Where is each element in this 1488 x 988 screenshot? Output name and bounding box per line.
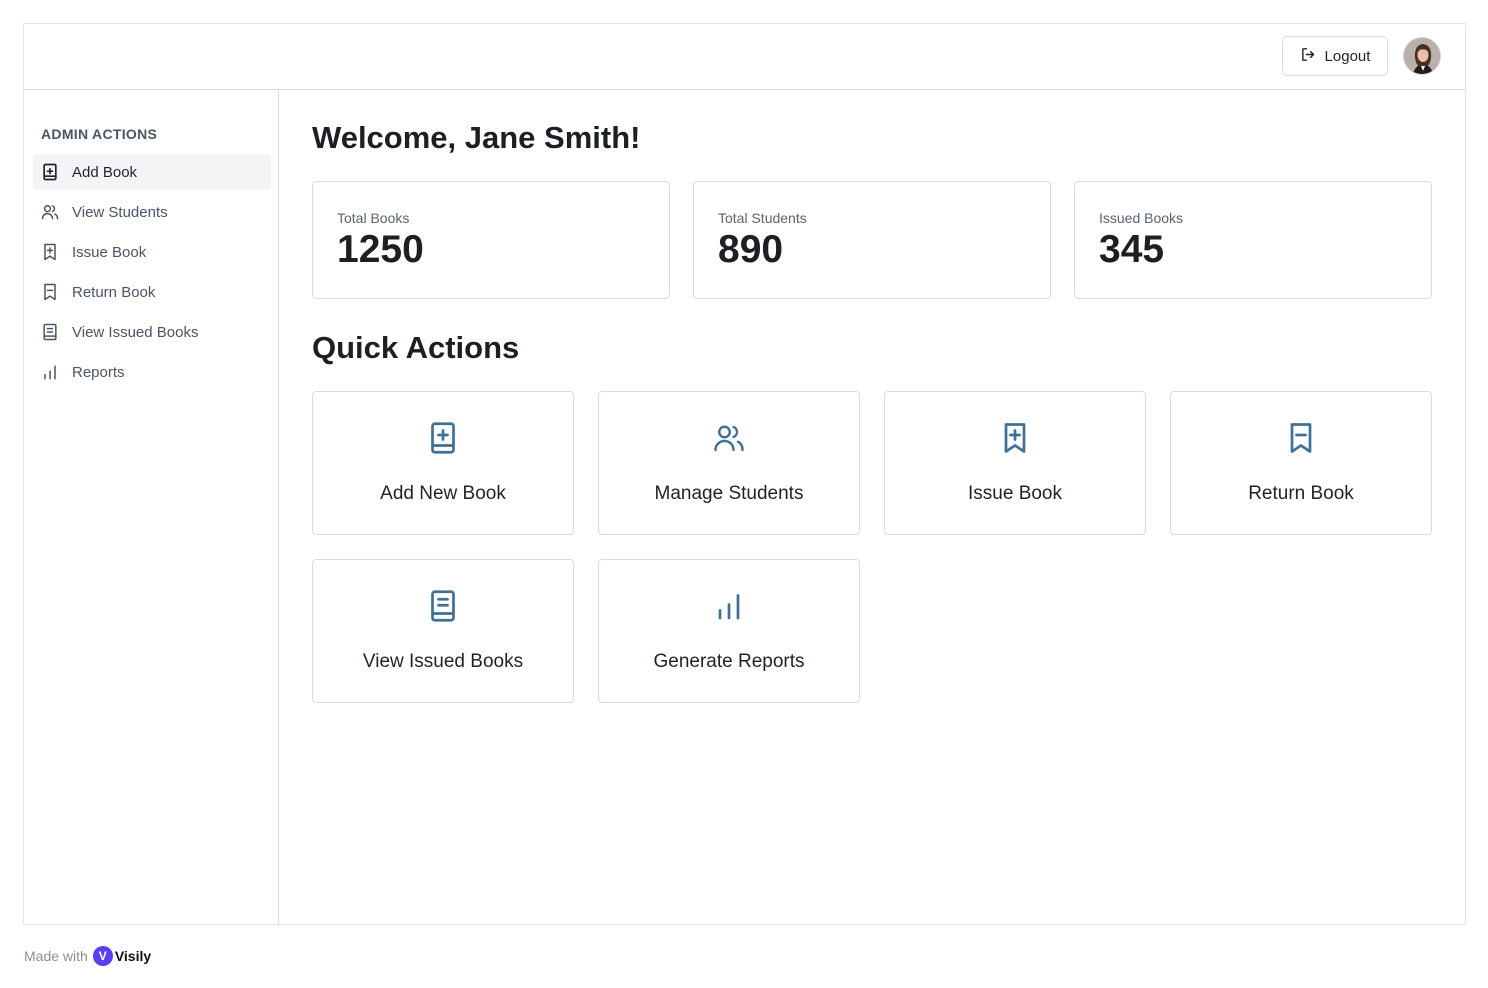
bar-chart-icon <box>40 362 60 382</box>
visily-logo[interactable]: V Visily <box>92 946 152 966</box>
book-list-icon <box>425 588 461 624</box>
quick-action-label: Manage Students <box>654 483 804 504</box>
top-bar: Logout <box>24 24 1465 90</box>
sidebar-item-label: Reports <box>72 363 125 381</box>
quick-action-label: Issue Book <box>968 483 1062 504</box>
sidebar-item-view-students[interactable]: View Students <box>33 194 271 230</box>
book-plus-icon <box>40 162 60 182</box>
book-list-icon <box>40 322 60 342</box>
bookmark-plus-icon <box>997 420 1033 456</box>
stat-label: Issued Books <box>1099 210 1184 226</box>
bookmark-plus-icon <box>40 242 60 262</box>
stat-label: Total Students <box>718 210 807 226</box>
quick-action-label: Return Book <box>1248 483 1354 504</box>
stat-card-total-students: Total Students 890 <box>693 181 1051 299</box>
quick-action-issue-book[interactable]: Issue Book <box>884 391 1146 535</box>
logout-label: Logout <box>1324 47 1371 65</box>
stat-value: 890 <box>718 228 784 271</box>
stat-label: Total Books <box>337 210 410 226</box>
quick-action-generate-reports[interactable]: Generate Reports <box>598 559 860 703</box>
quick-action-label: Generate Reports <box>653 651 805 672</box>
app-frame: Logout ADMIN ACTIONS Add Book View Stude… <box>24 24 1465 924</box>
sidebar-item-label: View Students <box>72 203 168 221</box>
stat-card-total-books: Total Books 1250 <box>312 181 670 299</box>
bookmark-minus-icon <box>40 282 60 302</box>
visily-brand-text: Visily <box>114 948 152 964</box>
logout-icon <box>1300 46 1317 67</box>
users-icon <box>40 202 60 222</box>
quick-actions-title: Quick Actions <box>312 330 520 365</box>
stat-card-issued-books: Issued Books 345 <box>1074 181 1432 299</box>
footer: Made with V Visily <box>24 946 151 966</box>
sidebar-item-issue-book[interactable]: Issue Book <box>33 234 271 270</box>
sidebar: ADMIN ACTIONS Add Book View Students Iss… <box>24 90 279 924</box>
sidebar-item-reports[interactable]: Reports <box>33 354 271 390</box>
bar-chart-icon <box>711 588 747 624</box>
quick-action-manage-students[interactable]: Manage Students <box>598 391 860 535</box>
quick-action-label: View Issued Books <box>362 651 524 672</box>
stat-value: 345 <box>1099 228 1165 271</box>
logout-button[interactable]: Logout <box>1282 36 1388 76</box>
stat-value: 1250 <box>337 228 424 271</box>
quick-action-view-issued-books[interactable]: View Issued Books <box>312 559 574 703</box>
sidebar-item-label: Return Book <box>72 283 156 301</box>
page-title: Welcome, Jane Smith! <box>312 120 641 155</box>
sidebar-item-view-issued-books[interactable]: View Issued Books <box>33 314 271 350</box>
main-content: Welcome, Jane Smith! Total Books 1250 To… <box>312 90 1465 924</box>
sidebar-title: ADMIN ACTIONS <box>41 126 158 142</box>
sidebar-item-return-book[interactable]: Return Book <box>33 274 271 310</box>
quick-action-add-new-book[interactable]: Add New Book <box>312 391 574 535</box>
book-plus-icon <box>425 420 461 456</box>
quick-action-return-book[interactable]: Return Book <box>1170 391 1432 535</box>
bookmark-minus-icon <box>1283 420 1319 456</box>
sidebar-item-label: Add Book <box>72 163 138 181</box>
avatar[interactable] <box>1403 37 1441 75</box>
users-icon <box>711 420 747 456</box>
sidebar-nav: Add Book View Students Issue Book Return… <box>33 154 271 394</box>
sidebar-item-label: Issue Book <box>72 243 147 261</box>
quick-action-label: Add New Book <box>380 483 506 504</box>
sidebar-item-label: View Issued Books <box>72 323 199 341</box>
sidebar-item-add-book[interactable]: Add Book <box>33 154 271 190</box>
visily-logo-icon: V <box>92 946 113 966</box>
made-with-text: Made with <box>24 948 88 964</box>
